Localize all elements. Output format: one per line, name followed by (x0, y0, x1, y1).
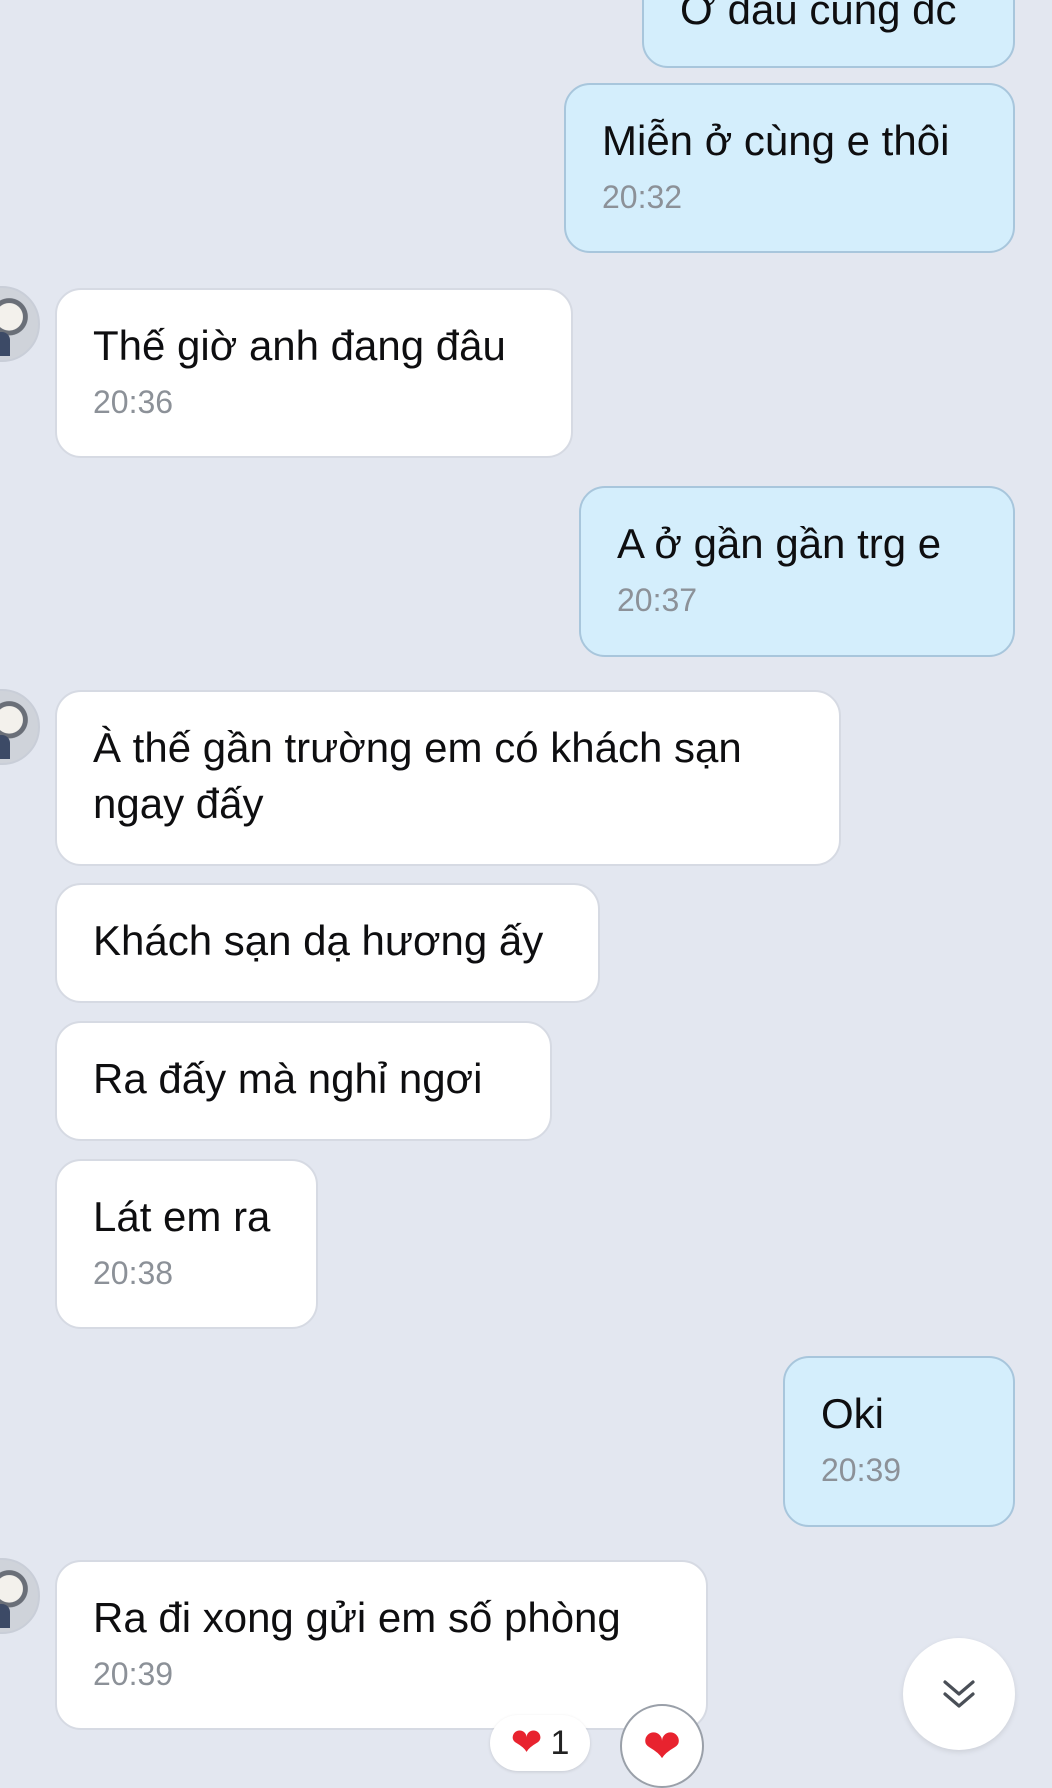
message-time: 20:32 (602, 179, 683, 215)
reaction-summary[interactable]: ❤ 1 (490, 1715, 590, 1771)
outgoing-message[interactable]: Ở đâu cũng dc (642, 0, 1015, 68)
incoming-message[interactable]: Lát em ra 20:38 (55, 1159, 318, 1329)
double-chevron-down-icon (943, 1680, 975, 1708)
message-time: 20:38 (93, 1255, 174, 1291)
incoming-message[interactable]: Thế giờ anh đang đâu 20:36 (55, 288, 573, 458)
incoming-message[interactable]: Ra đi xong gửi em số phòng 20:39 (55, 1560, 708, 1730)
message-text: A ở gần gần trg e (617, 520, 942, 567)
react-button[interactable]: ❤ (620, 1704, 704, 1788)
message-time: 20:39 (821, 1452, 902, 1488)
message-text: Lát em ra (93, 1193, 271, 1240)
contact-avatar[interactable] (0, 1558, 40, 1634)
outgoing-message[interactable]: A ở gần gần trg e 20:37 (579, 486, 1015, 657)
message-text: Thế giờ anh đang đâu (93, 322, 506, 369)
outgoing-message[interactable]: Miễn ở cùng e thôi 20:32 (564, 83, 1015, 253)
message-text: Ở đâu cũng dc (680, 0, 957, 33)
message-time: 20:39 (93, 1656, 174, 1692)
outgoing-message[interactable]: Oki 20:39 (783, 1356, 1015, 1527)
message-text: Ra đi xong gửi em số phòng (93, 1594, 621, 1641)
reaction-count: 1 (550, 1723, 570, 1762)
scroll-to-bottom-button[interactable] (903, 1638, 1015, 1750)
message-text: À thế gần trường em có khách sạn ngay đấ… (93, 724, 742, 827)
message-time: 20:36 (93, 384, 174, 420)
message-text: Oki (821, 1390, 884, 1437)
incoming-message[interactable]: À thế gần trường em có khách sạn ngay đấ… (55, 690, 841, 866)
chat-area[interactable]: Ở đâu cũng dc Miễn ở cùng e thôi 20:32 T… (0, 0, 1052, 1788)
heart-icon: ❤ (510, 1722, 543, 1764)
message-text: Ra đấy mà nghỉ ngơi (93, 1055, 483, 1102)
contact-avatar[interactable] (0, 286, 40, 362)
contact-avatar[interactable] (0, 689, 40, 765)
incoming-message[interactable]: Khách sạn dạ hương ấy (55, 883, 600, 1003)
message-text: Miễn ở cùng e thôi (602, 117, 950, 164)
incoming-message[interactable]: Ra đấy mà nghỉ ngơi (55, 1021, 552, 1141)
heart-icon: ❤ (642, 1720, 682, 1772)
message-time: 20:37 (617, 582, 698, 618)
message-text: Khách sạn dạ hương ấy (93, 917, 544, 964)
